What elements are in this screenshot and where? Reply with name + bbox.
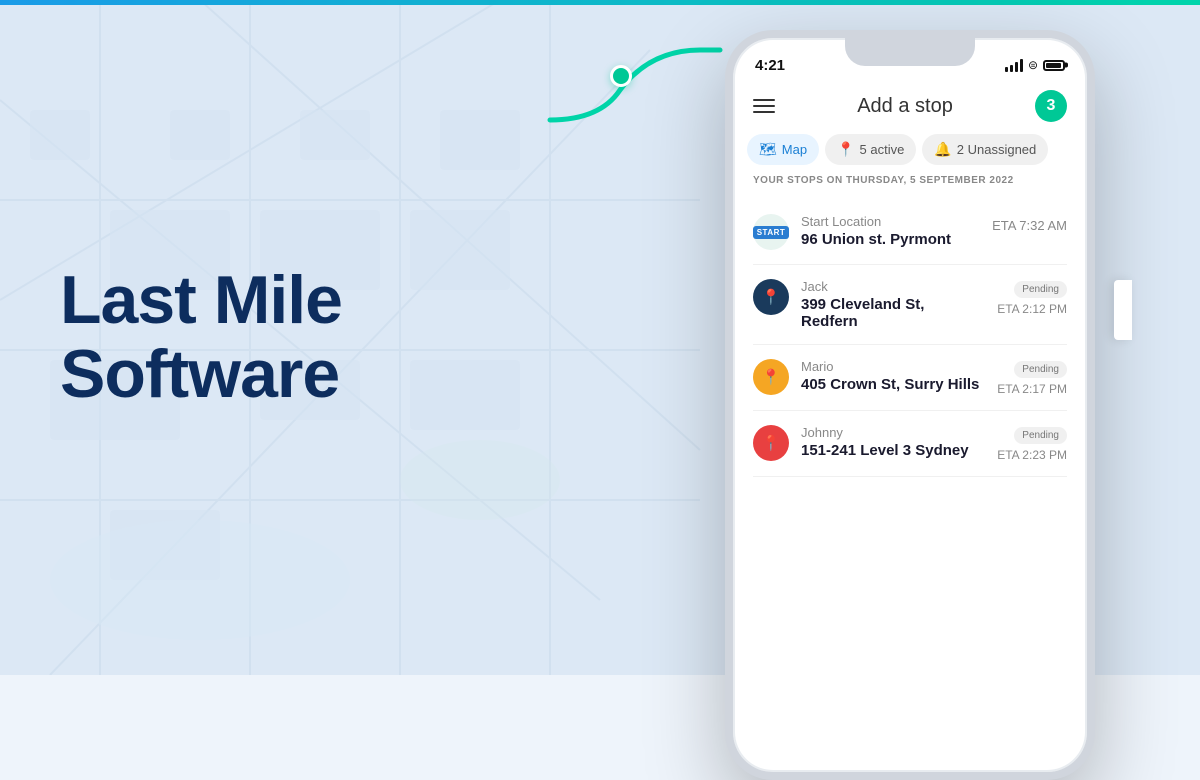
stop-item-jack[interactable]: 📍 Jack 399 Cleveland St, Redfern Pending… xyxy=(753,265,1067,345)
stop-status-mario: Pending xyxy=(1014,361,1067,378)
stop-eta-start: ETA 7:32 AM xyxy=(992,218,1067,233)
stop-name-mario: Mario xyxy=(801,359,985,374)
stop-status-jack: Pending xyxy=(1014,281,1067,298)
start-badge: START xyxy=(753,226,790,239)
stop-address-mario: 405 Crown St, Surry Hills xyxy=(801,376,985,393)
stop-name-start: Start Location xyxy=(801,214,980,229)
hero-title: Last Mile Software xyxy=(60,263,342,413)
location-pin-icon: 📍 xyxy=(762,368,781,386)
stop-eta-jack: ETA 2:12 PM xyxy=(997,302,1067,316)
stop-name-johnny: Johnny xyxy=(801,425,985,440)
hamburger-menu-icon[interactable] xyxy=(753,99,775,113)
right-peek-element xyxy=(1114,280,1132,340)
tab-unassigned-label: 2 Unassigned xyxy=(957,142,1037,157)
stop-item-johnny[interactable]: 📍 Johnny 151-241 Level 3 Sydney Pending … xyxy=(753,411,1067,477)
hero-section: Last Mile Software xyxy=(60,263,342,413)
stop-info-start: Start Location 96 Union st. Pyrmont xyxy=(801,214,980,248)
unassigned-tab-icon: 🔔 xyxy=(934,141,951,158)
stop-address-johnny: 151-241 Level 3 Sydney xyxy=(801,442,985,459)
tab-active-label: 5 active xyxy=(860,142,905,157)
location-pin-icon: 📍 xyxy=(762,434,781,452)
hamburger-line xyxy=(753,105,775,107)
phone-wrapper: 4:21 ⊜ Add a stop xyxy=(700,20,1120,675)
stop-icon-jack: 📍 xyxy=(753,279,789,315)
map-location-dot xyxy=(610,65,632,87)
battery-icon xyxy=(1043,60,1065,71)
hamburger-line xyxy=(753,99,775,101)
hamburger-line xyxy=(753,111,775,113)
stop-info-mario: Mario 405 Crown St, Surry Hills xyxy=(801,359,985,393)
tab-map[interactable]: 🗺 Map xyxy=(747,134,819,165)
stop-info-johnny: Johnny 151-241 Level 3 Sydney xyxy=(801,425,985,459)
stop-address-jack: 399 Cleveland St, Redfern xyxy=(801,296,985,330)
signal-icon xyxy=(1005,59,1023,72)
stop-icon-start: START xyxy=(753,214,789,250)
stops-date-header: YOUR STOPS ON THURSDAY, 5 SEPTEMBER 2022 xyxy=(753,175,1067,186)
stop-eta-johnny: ETA 2:23 PM xyxy=(997,448,1067,462)
app-header: Add a stop 3 xyxy=(733,82,1087,134)
stop-right-jack: Pending ETA 2:12 PM xyxy=(997,279,1067,316)
map-tab-icon: 🗺 xyxy=(759,141,777,158)
stop-icon-mario: 📍 xyxy=(753,359,789,395)
tab-active[interactable]: 📍 5 active xyxy=(825,134,916,165)
active-tab-icon: 📍 xyxy=(837,141,854,158)
stop-right-mario: Pending ETA 2:17 PM xyxy=(997,359,1067,396)
tab-unassigned[interactable]: 🔔 2 Unassigned xyxy=(922,134,1048,165)
stop-right-start: ETA 7:32 AM xyxy=(992,214,1067,233)
status-icons: ⊜ xyxy=(1005,58,1065,72)
notification-badge[interactable]: 3 xyxy=(1035,90,1067,122)
top-accent-bar xyxy=(0,0,1200,5)
tab-map-label: Map xyxy=(782,142,807,157)
phone-notch xyxy=(845,38,975,66)
hero-line2: Software xyxy=(60,337,339,413)
stop-address-start: 96 Union st. Pyrmont xyxy=(801,231,980,248)
hero-line1: Last Mile xyxy=(60,262,342,338)
stop-eta-mario: ETA 2:17 PM xyxy=(997,382,1067,396)
location-pin-icon: 📍 xyxy=(762,288,781,306)
add-stop-label: Add a stop xyxy=(857,95,953,118)
status-time: 4:21 xyxy=(755,57,785,74)
stop-status-johnny: Pending xyxy=(1014,427,1067,444)
stop-item-start[interactable]: START Start Location 96 Union st. Pyrmon… xyxy=(753,200,1067,265)
stop-icon-johnny: 📍 xyxy=(753,425,789,461)
stops-section: YOUR STOPS ON THURSDAY, 5 SEPTEMBER 2022… xyxy=(733,175,1087,477)
tab-bar: 🗺 Map 📍 5 active 🔔 2 Unassigned xyxy=(733,134,1087,165)
stop-item-mario[interactable]: 📍 Mario 405 Crown St, Surry Hills Pendin… xyxy=(753,345,1067,411)
stop-info-jack: Jack 399 Cleveland St, Redfern xyxy=(801,279,985,330)
stop-name-jack: Jack xyxy=(801,279,985,294)
phone-frame: 4:21 ⊜ Add a stop xyxy=(725,30,1095,780)
stop-right-johnny: Pending ETA 2:23 PM xyxy=(997,425,1067,462)
wifi-icon: ⊜ xyxy=(1028,58,1038,72)
